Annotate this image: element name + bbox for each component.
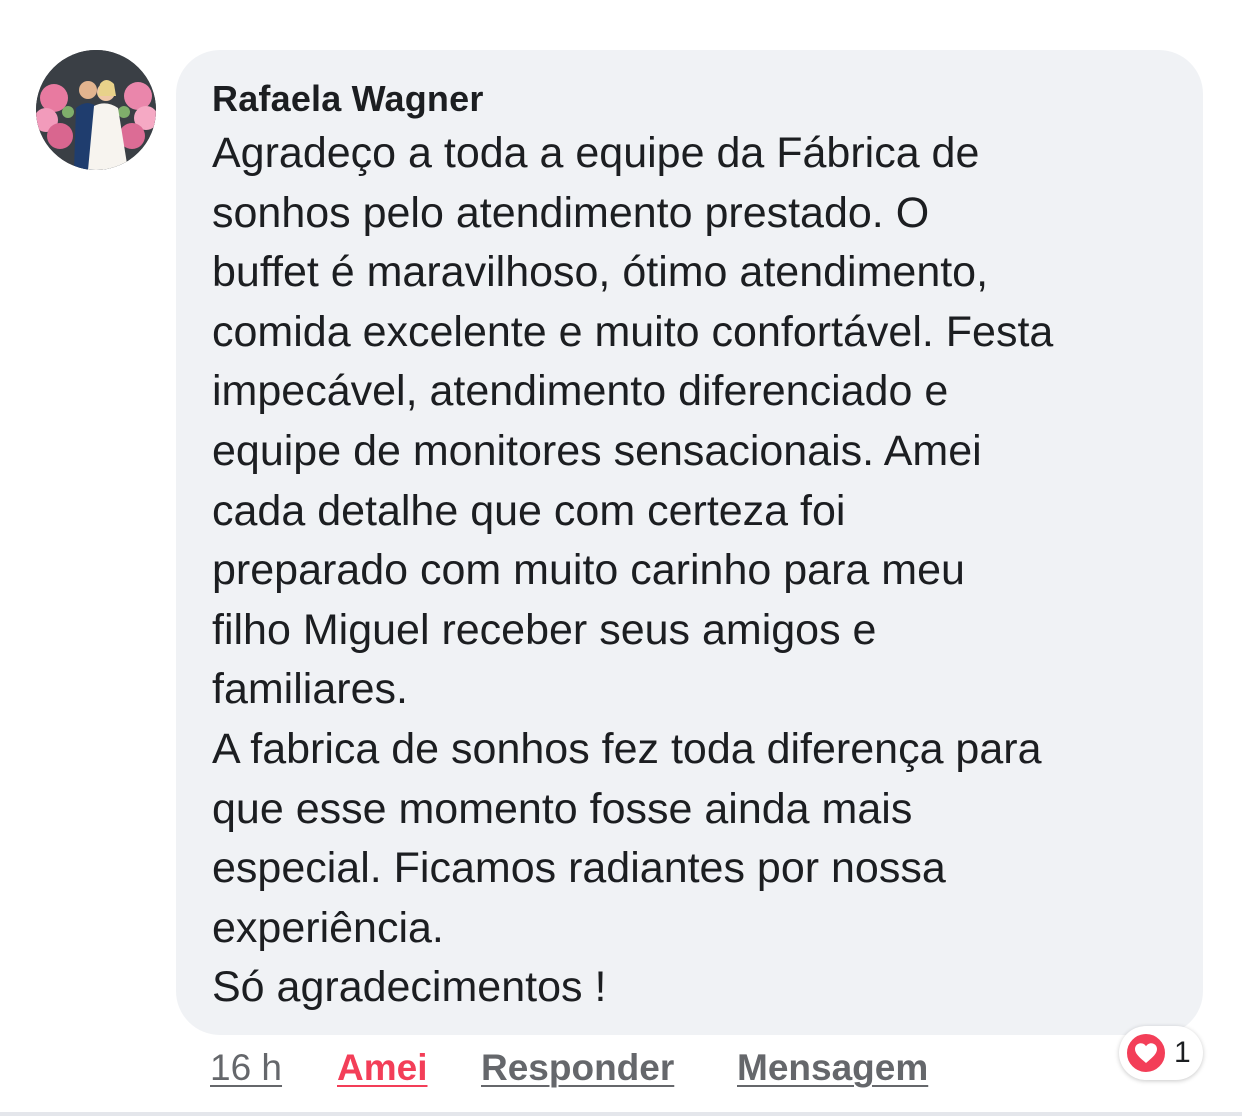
message-button[interactable]: Mensagem	[737, 1045, 928, 1091]
avatar-photo	[36, 50, 156, 170]
reply-button[interactable]: Responder	[481, 1045, 674, 1091]
amei-reaction-button[interactable]: Amei	[337, 1045, 427, 1091]
reaction-count: 1	[1174, 1036, 1191, 1069]
timestamp-link[interactable]: 16 h	[210, 1045, 282, 1091]
avatar[interactable]	[36, 50, 156, 170]
heart-icon	[1125, 1032, 1167, 1074]
reaction-summary[interactable]: 1	[1119, 1026, 1203, 1080]
divider	[0, 1112, 1242, 1116]
comment-text: Agradeço a toda a equipe da Fábrica de s…	[212, 129, 1054, 1012]
comment-author[interactable]: Rafaela Wagner	[212, 76, 1173, 122]
comment-bubble: Rafaela Wagner Agradeço a toda a equipe …	[176, 50, 1203, 1035]
